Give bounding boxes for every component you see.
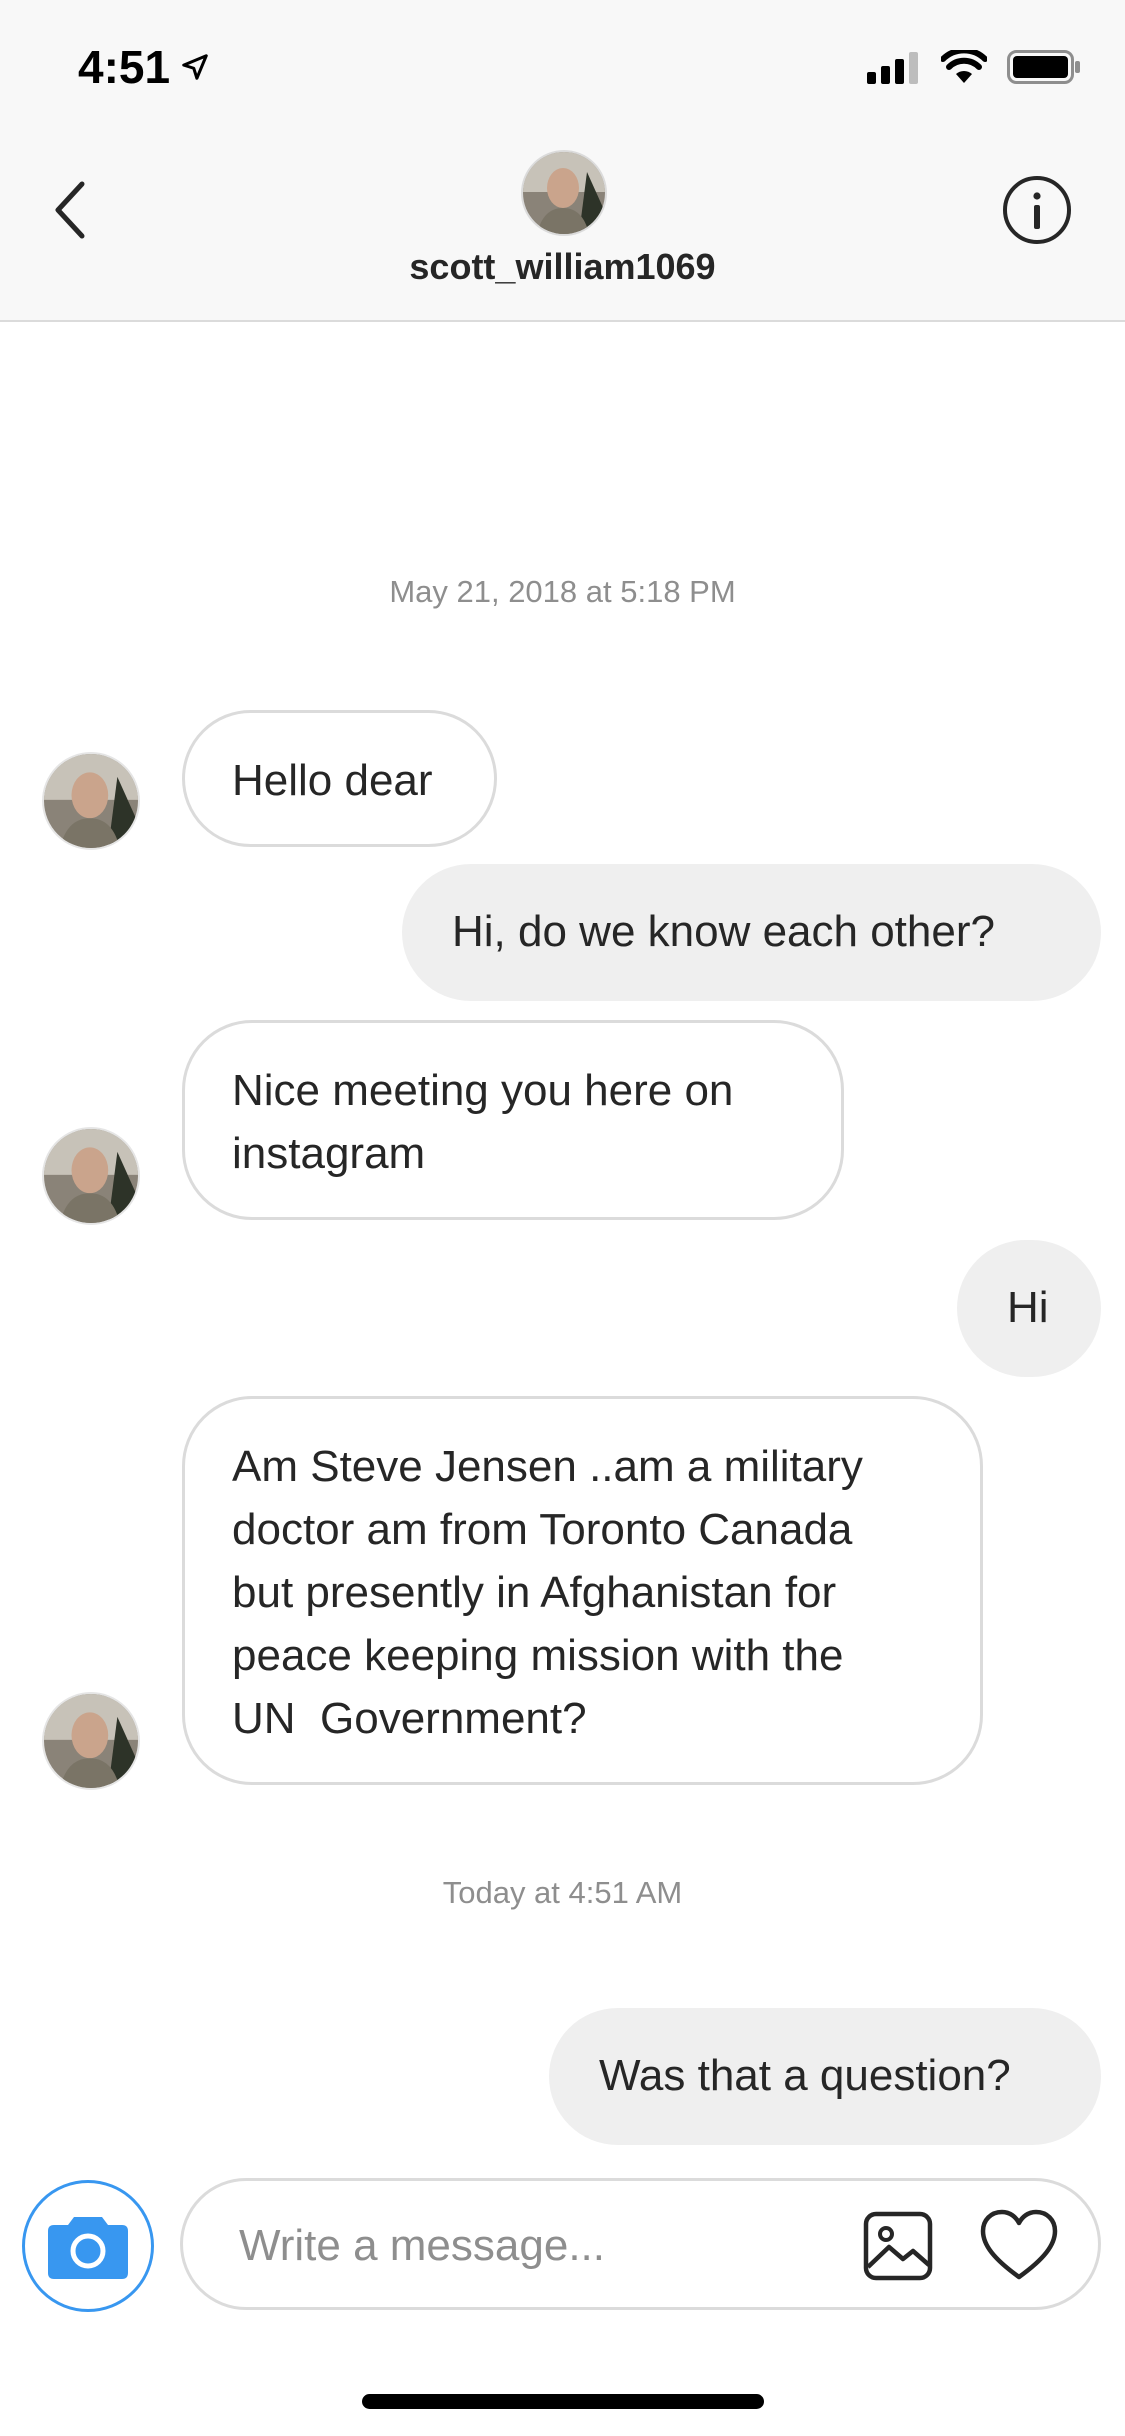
message-line: instagram — [232, 1129, 426, 1178]
message-text: Hello dear — [232, 756, 433, 805]
status-time-group: 4:51 — [78, 40, 210, 94]
message-input[interactable] — [237, 2215, 801, 2277]
battery-icon — [1007, 50, 1080, 84]
profile-photo — [523, 152, 605, 234]
message-line: Am Steve Jensen ..am a military — [232, 1442, 863, 1491]
cellular-signal-icon — [867, 52, 918, 84]
image-icon — [863, 2211, 933, 2281]
conversation-username[interactable]: scott_william1069 — [0, 246, 1125, 288]
status-indicators — [867, 50, 1081, 84]
gallery-button[interactable] — [863, 2211, 933, 2281]
heart-icon — [980, 2209, 1058, 2280]
message-text: Was that a question? — [599, 2051, 1011, 2100]
incoming-message[interactable]: Nice meeting you here on instagram — [182, 1020, 844, 1220]
message-line: Nice meeting you here on — [232, 1066, 734, 1115]
camera-button[interactable] — [22, 2180, 154, 2312]
info-icon — [1003, 176, 1071, 244]
thread-timestamp: Today at 4:51 AM — [442, 1875, 683, 1910]
profile-photo — [44, 1694, 138, 1788]
profile-photo — [44, 754, 138, 848]
status-time: 4:51 — [78, 41, 171, 93]
message-composer — [0, 2172, 1125, 2352]
status-bar: 4:51 — [0, 0, 1125, 140]
message-line: peace keeping mission with the — [232, 1631, 844, 1680]
info-button[interactable] — [995, 168, 1079, 252]
conversation-header: scott_william1069 — [0, 140, 1125, 322]
wifi-icon — [941, 50, 987, 83]
message-line: but presently in Afghanistan for — [232, 1568, 837, 1617]
outgoing-message[interactable]: Hi, do we know each other? — [402, 864, 1101, 1001]
message-input-container[interactable] — [180, 2178, 1101, 2310]
message-thread[interactable]: May 21, 2018 at 5:18 PM Hello dear Hi, d… — [0, 322, 1125, 2172]
message-line: UN Government? — [232, 1694, 587, 1743]
sender-avatar[interactable] — [42, 752, 140, 850]
profile-photo — [44, 1129, 138, 1223]
thread-timestamp: May 21, 2018 at 5:18 PM — [389, 574, 736, 609]
header-avatar[interactable] — [521, 150, 607, 236]
chevron-left-icon — [55, 181, 85, 239]
outgoing-message[interactable]: Was that a question? — [549, 2008, 1101, 2145]
location-arrow-icon — [182, 54, 208, 80]
home-indicator[interactable] — [362, 2394, 764, 2409]
incoming-message[interactable]: Am Steve Jensen ..am a military doctor a… — [182, 1396, 983, 1785]
message-text: Hi — [1007, 1283, 1049, 1332]
incoming-message[interactable]: Hello dear — [182, 710, 497, 847]
camera-icon — [48, 2217, 128, 2279]
like-button[interactable] — [980, 2209, 1058, 2281]
sender-avatar[interactable] — [42, 1127, 140, 1225]
back-button[interactable] — [30, 170, 110, 250]
message-text: Hi, do we know each other? — [452, 907, 995, 956]
sender-avatar[interactable] — [42, 1692, 140, 1790]
message-line: doctor am from Toronto Canada — [232, 1505, 853, 1554]
outgoing-message[interactable]: Hi — [957, 1240, 1101, 1377]
